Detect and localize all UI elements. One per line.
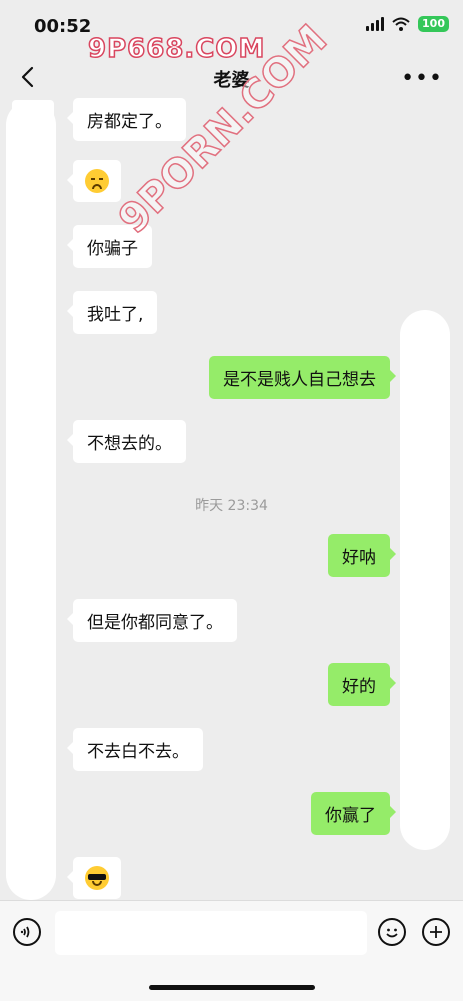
message-bubble[interactable]: 不想去的。 bbox=[67, 420, 186, 463]
wifi-icon bbox=[392, 17, 410, 31]
sunglasses-face-emoji-icon bbox=[85, 866, 109, 890]
my-avatar[interactable] bbox=[404, 356, 446, 398]
signal-icon bbox=[366, 17, 385, 31]
more-options-icon[interactable]: ••• bbox=[401, 66, 443, 91]
status-icons: 100 bbox=[366, 16, 449, 32]
voice-input-icon[interactable] bbox=[13, 918, 41, 946]
contact-avatar[interactable] bbox=[12, 100, 54, 142]
sad-face-emoji-icon bbox=[85, 169, 109, 193]
message-bubble[interactable]: 你赢了 bbox=[311, 792, 396, 835]
message-bubble[interactable]: 但是你都同意了。 bbox=[67, 599, 237, 642]
message-bubble[interactable] bbox=[67, 160, 121, 202]
message-bubble[interactable] bbox=[67, 857, 121, 899]
message-list[interactable]: 房都定了。 你骗子 我吐了, 是不是贱人自己想去 不想去的。 昨天 23:34 … bbox=[0, 98, 463, 900]
message-bubble[interactable]: 好呐 bbox=[328, 534, 396, 577]
my-avatar[interactable] bbox=[404, 792, 446, 834]
message-bubble[interactable]: 好的 bbox=[328, 663, 396, 706]
home-indicator bbox=[149, 985, 315, 990]
message-bubble[interactable]: 不去白不去。 bbox=[67, 728, 203, 771]
status-time: 00:52 bbox=[34, 16, 92, 37]
battery-indicator: 100 bbox=[418, 16, 449, 32]
add-attachment-icon[interactable] bbox=[422, 918, 450, 946]
message-input[interactable] bbox=[55, 911, 367, 955]
message-bubble[interactable]: 房都定了。 bbox=[67, 98, 186, 141]
message-timestamp: 昨天 23:34 bbox=[195, 498, 268, 514]
message-bubble[interactable]: 是不是贱人自己想去 bbox=[209, 356, 396, 399]
contact-avatar[interactable] bbox=[12, 420, 54, 462]
emoji-button-icon[interactable] bbox=[378, 918, 406, 946]
message-bubble[interactable]: 我吐了, bbox=[66, 291, 158, 334]
